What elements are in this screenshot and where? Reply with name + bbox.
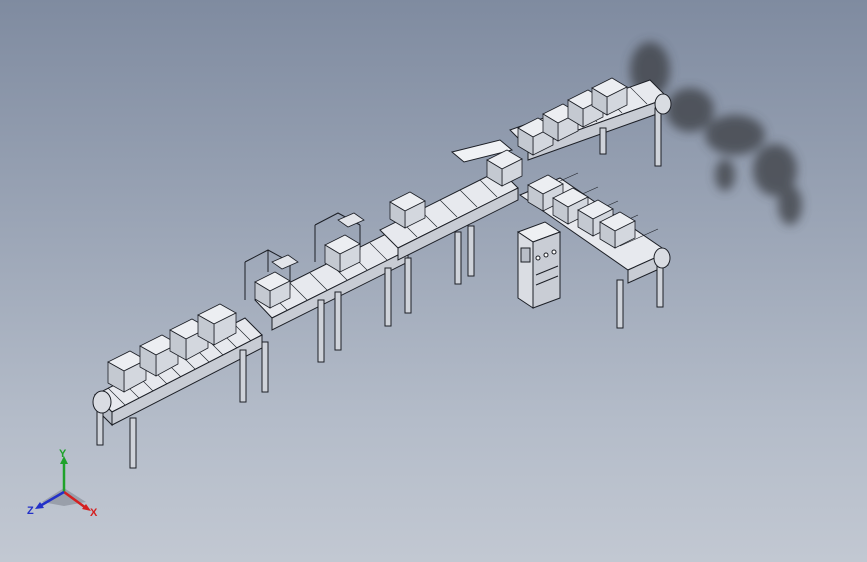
control-cabinet: [516, 221, 562, 309]
x-axis-label: X: [90, 507, 98, 519]
graphics-viewport[interactable]: Y X Z: [0, 0, 867, 562]
z-axis-label: Z: [27, 505, 34, 517]
view-orientation-triad[interactable]: Y X Z: [24, 448, 104, 520]
conveyor-assembly-model[interactable]: [0, 0, 867, 562]
y-axis-label: Y: [59, 448, 67, 460]
